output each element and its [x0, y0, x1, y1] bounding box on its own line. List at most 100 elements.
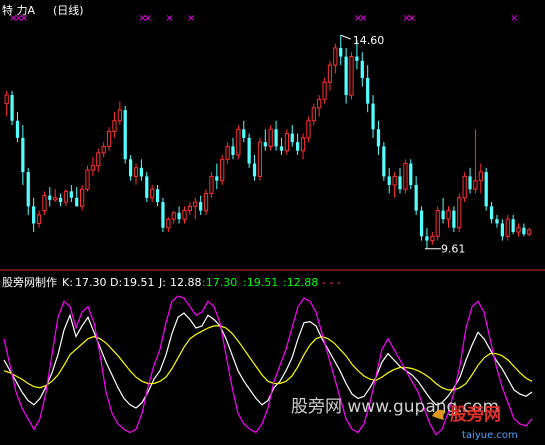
candle-body [199, 202, 203, 211]
candle [123, 105, 127, 164]
candle [236, 125, 241, 160]
candle [220, 154, 225, 185]
candle-body [327, 64, 333, 83]
signal-marker: × [408, 13, 416, 24]
candle [268, 125, 273, 151]
candle-body [311, 107, 316, 122]
candle-body [516, 227, 521, 233]
candle-body [489, 206, 494, 220]
candle-body [123, 110, 127, 160]
candle-body [366, 77, 370, 104]
candle-body [430, 235, 435, 242]
k-label: K: [62, 276, 73, 289]
candle-body [171, 212, 176, 220]
candle-body [96, 152, 101, 167]
candle-body [231, 146, 235, 155]
candle [505, 214, 510, 241]
candle-body [339, 47, 343, 57]
candle-body [387, 176, 391, 185]
candle-body [306, 120, 311, 139]
candle-body [296, 142, 300, 151]
candle-body [511, 219, 515, 233]
candle-body [527, 229, 532, 235]
candle-body [90, 165, 96, 171]
candle-body [360, 60, 364, 78]
candle-body [166, 218, 171, 229]
candle-body [268, 128, 273, 147]
candle-body [355, 56, 359, 61]
kline-chart: 特 力A (日线) 14.609.61 ××× ×× × × ×× ×× × 股旁网制作 K… [0, 0, 545, 445]
candle [403, 159, 408, 194]
logo-cn-text: 股旁网 [450, 404, 501, 425]
candle-body [257, 141, 263, 177]
candle-body [220, 158, 225, 182]
candle-body [419, 210, 424, 237]
extra-value-1: :17.30 [202, 276, 237, 289]
candle-body [522, 227, 526, 235]
candle-body [317, 98, 322, 109]
candle-body [80, 188, 85, 207]
candle-body [495, 219, 499, 224]
indicator-title: 股旁网制作 [2, 275, 57, 289]
candle [349, 52, 354, 100]
d-value: 19.51 [123, 276, 155, 289]
candle-body [333, 47, 338, 66]
candle-body [21, 137, 25, 173]
candle [322, 77, 327, 104]
candle [161, 197, 165, 233]
candle-body [473, 180, 478, 190]
candle [409, 159, 413, 190]
candle-body [300, 137, 306, 152]
header-dashes: - - - [322, 276, 341, 289]
candle-body [193, 201, 198, 207]
candle [435, 206, 440, 241]
candle-body [236, 128, 241, 156]
candle-body [414, 184, 418, 211]
chart-period: (日线) [53, 3, 84, 17]
candle-body [10, 95, 14, 121]
d-label: D: [110, 276, 122, 289]
candle-body [468, 176, 472, 190]
candle-body [215, 176, 219, 181]
candle-body [435, 210, 440, 237]
candle [484, 167, 488, 211]
logo-en-text: taiyue.com [462, 430, 518, 441]
candle-body [225, 145, 230, 160]
candle [382, 142, 386, 181]
candle-body [274, 129, 278, 147]
candle-body [101, 145, 106, 154]
signal-marker: × [20, 13, 28, 24]
candle-body [117, 109, 122, 122]
candle-body [371, 103, 375, 130]
candle-body [203, 193, 209, 212]
candle-body [209, 175, 214, 195]
candle-body [161, 202, 165, 228]
candle-body [279, 146, 284, 151]
low-annotation: 9.61 [441, 243, 466, 256]
signal-marker: × [510, 13, 518, 24]
candle-body [112, 120, 117, 132]
candle-body [58, 197, 63, 203]
candle-body [242, 129, 246, 138]
candle [85, 165, 90, 192]
candle-body [252, 163, 257, 177]
candle-body [63, 190, 69, 203]
candle-body [382, 146, 386, 177]
extra-value-2: :19.51 [243, 276, 278, 289]
signal-marker: × [165, 13, 173, 24]
candle [80, 184, 85, 211]
candle-body [425, 236, 429, 241]
candle-body [452, 210, 456, 228]
candle-body [457, 197, 462, 229]
candle-body [403, 163, 408, 190]
candle [257, 137, 263, 181]
candle [209, 172, 214, 198]
candle-body [322, 81, 327, 100]
candle-body [446, 210, 451, 220]
candle-body [505, 218, 510, 237]
candle-body [48, 195, 52, 200]
candle-body [500, 223, 504, 237]
candle-body [4, 94, 9, 105]
high-annotation: 14.60 [353, 34, 385, 47]
candle-body [15, 120, 20, 138]
